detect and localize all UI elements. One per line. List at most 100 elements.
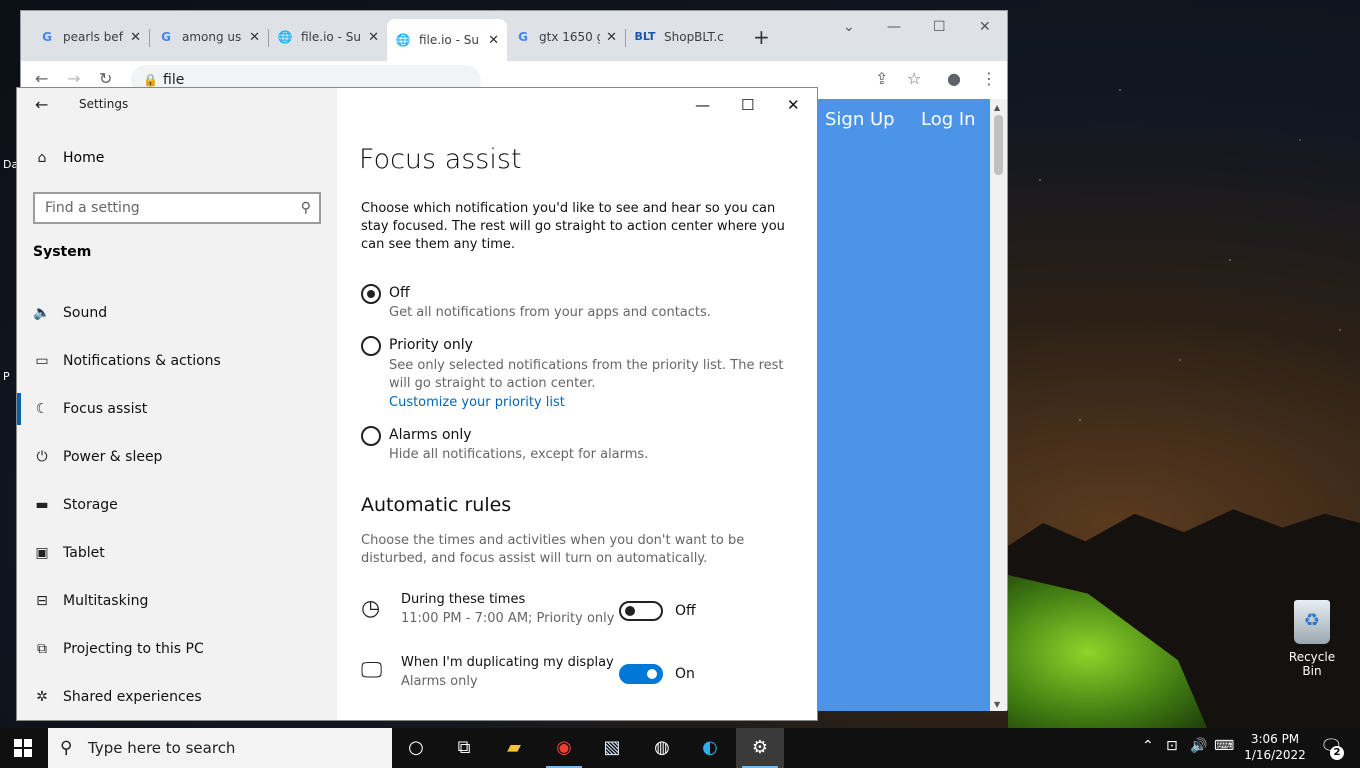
tablet-icon: ▣ [35, 545, 49, 561]
profile-icon[interactable]: ● [947, 69, 961, 88]
app-icon[interactable]: ▧ [588, 728, 636, 768]
radio-alarms-description: Hide all notifications, except for alarm… [389, 447, 649, 462]
rule-during-times-detail[interactable]: 11:00 PM - 7:00 AM; Priority only [401, 611, 614, 626]
back-icon[interactable]: ← [35, 69, 48, 88]
radio-off[interactable] [361, 284, 381, 304]
network-icon[interactable]: ⊡ [1166, 738, 1178, 754]
chrome-icon[interactable]: ◉ [540, 728, 588, 768]
radio-priority-only[interactable] [361, 336, 381, 356]
browser-tab[interactable]: G gtx 1650 g ✕ [507, 23, 625, 51]
nav-item-storage[interactable]: ▬ Storage [33, 495, 117, 515]
tab-strip: G pearls bef ✕ G among us ✕ 🌐 file.io - … [21, 11, 1007, 61]
automatic-rules-description: Choose the times and activities when you… [361, 533, 745, 566]
storage-icon: ▬ [35, 497, 49, 513]
new-tab-button[interactable]: + [753, 25, 770, 49]
task-view-icon[interactable]: ⧉ [440, 728, 488, 768]
menu-kebab-icon[interactable]: ⋮ [981, 69, 997, 88]
browser-tab[interactable]: 🌐 file.io - Su ✕ [269, 23, 387, 51]
maximize-icon[interactable]: ☐ [741, 96, 754, 114]
forward-icon[interactable]: → [67, 69, 80, 88]
radio-alarms-label[interactable]: Alarms only [389, 427, 472, 443]
shared-icon: ✲ [36, 689, 48, 705]
tab-search-icon[interactable]: ⌄ [843, 19, 855, 35]
minimize-icon[interactable]: — [887, 19, 901, 35]
clock-date: 1/16/2022 [1244, 748, 1306, 762]
tab-close-icon[interactable]: ✕ [249, 30, 260, 45]
log-in-link[interactable]: Log In [921, 109, 976, 130]
moon-icon: ☾ [35, 401, 49, 417]
settings-window: ← Settings ⌂ Home Find a setting ⚲ Syste… [16, 88, 817, 720]
search-placeholder: Find a setting [45, 200, 140, 216]
rule-duplicating-detail[interactable]: Alarms only [401, 674, 478, 689]
nav-home[interactable]: ⌂ Home [33, 150, 105, 166]
browser-tab[interactable]: G among us ✕ [150, 23, 268, 51]
monitor-icon: 🖵 [361, 658, 383, 683]
settings-nav: ← Settings ⌂ Home Find a setting ⚲ Syste… [16, 88, 337, 720]
notification-count-badge: 2 [1330, 746, 1344, 760]
shopblt-icon: BLT [634, 30, 656, 43]
xbox-icon[interactable]: ◍ [638, 728, 686, 768]
close-icon[interactable]: ✕ [787, 96, 800, 114]
edge-icon[interactable]: ◐ [686, 728, 734, 768]
radio-alarms-only[interactable] [361, 426, 381, 446]
tab-close-icon[interactable]: ✕ [606, 30, 617, 45]
nav-item-focus-assist[interactable]: ☾ Focus assist [16, 393, 148, 425]
nav-item-label: Sound [63, 305, 108, 321]
minimize-icon[interactable]: — [695, 96, 710, 114]
windows-start-icon[interactable] [14, 739, 32, 757]
volume-icon[interactable]: 🔊 [1190, 738, 1207, 754]
settings-gear-icon[interactable]: ⚙ [736, 728, 784, 768]
tab-close-icon[interactable]: ✕ [368, 30, 379, 45]
tab-title: file.io - Su [301, 30, 361, 44]
customize-priority-link[interactable]: Customize your priority list [389, 395, 565, 410]
toggle-during-times-state: Off [675, 603, 696, 619]
page-scrollbar[interactable]: ▲ ▼ [990, 99, 1007, 711]
sign-up-link[interactable]: Sign Up [825, 109, 895, 130]
app-title: Settings [79, 97, 129, 111]
find-setting-input[interactable]: Find a setting ⚲ [33, 192, 321, 224]
radio-off-label[interactable]: Off [389, 285, 410, 301]
system-clock[interactable]: 3:06 PM 1/16/2022 [1240, 731, 1310, 763]
nav-item-sound[interactable]: 🔈 Sound [33, 303, 107, 323]
action-center-icon[interactable]: 🗨 2 [1320, 736, 1344, 760]
recycle-bin-icon [1294, 600, 1330, 644]
tab-close-icon[interactable]: ✕ [130, 30, 141, 45]
toggle-during-times[interactable] [619, 601, 663, 621]
scroll-thumb[interactable] [994, 115, 1003, 175]
rule-duplicating-title: When I'm duplicating my display [401, 655, 614, 670]
tray-chevron-icon[interactable]: ⌃ [1142, 738, 1154, 754]
radio-priority-description: See only selected notifications from the… [389, 358, 784, 391]
browser-tab[interactable]: BLT ShopBLT.c [626, 23, 744, 51]
scroll-down-icon[interactable]: ▼ [994, 700, 1000, 709]
maximize-icon[interactable]: ☐ [933, 19, 946, 35]
reload-icon[interactable]: ↻ [99, 69, 112, 88]
nav-item-notifications[interactable]: ▭ Notifications & actions [33, 351, 220, 371]
google-icon: G [42, 30, 52, 44]
nav-item-shared-experiences[interactable]: ✲ Shared experiences [33, 687, 202, 707]
desktop-label-p: P [3, 370, 10, 383]
radio-priority-label[interactable]: Priority only [389, 337, 473, 353]
bookmark-star-icon[interactable]: ☆ [907, 69, 921, 88]
taskbar-search-placeholder: Type here to search [88, 739, 236, 757]
page-description: Choose which notification you'd like to … [361, 201, 785, 252]
nav-item-label: Multitasking [63, 593, 149, 609]
tab-close-icon[interactable]: ✕ [488, 33, 499, 48]
back-arrow-icon[interactable]: ← [35, 95, 48, 114]
scroll-up-icon[interactable]: ▲ [994, 103, 1000, 112]
browser-tab-active[interactable]: 🌐 file.io - Su ✕ [387, 19, 507, 61]
nav-item-label: Focus assist [63, 401, 148, 417]
toggle-duplicating-display[interactable] [619, 664, 663, 684]
close-icon[interactable]: ✕ [979, 19, 991, 35]
share-icon[interactable]: ⇪ [875, 69, 888, 88]
cortana-icon[interactable]: ○ [392, 728, 440, 768]
nav-item-tablet[interactable]: ▣ Tablet [33, 543, 104, 563]
taskbar-search[interactable]: ⚲ Type here to search [48, 728, 392, 768]
recycle-bin[interactable]: Recycle Bin [1278, 600, 1346, 678]
file-explorer-icon[interactable]: ▰ [490, 728, 538, 768]
browser-tab[interactable]: G pearls bef ✕ [31, 23, 149, 51]
nav-item-multitasking[interactable]: ⊟ Multitasking [33, 591, 148, 611]
keyboard-icon[interactable]: ⌨ [1214, 738, 1234, 754]
nav-item-projecting[interactable]: ⧉ Projecting to this PC [33, 639, 204, 659]
globe-icon: 🌐 [395, 33, 411, 47]
nav-item-power[interactable]: ⏻ Power & sleep [33, 447, 162, 467]
